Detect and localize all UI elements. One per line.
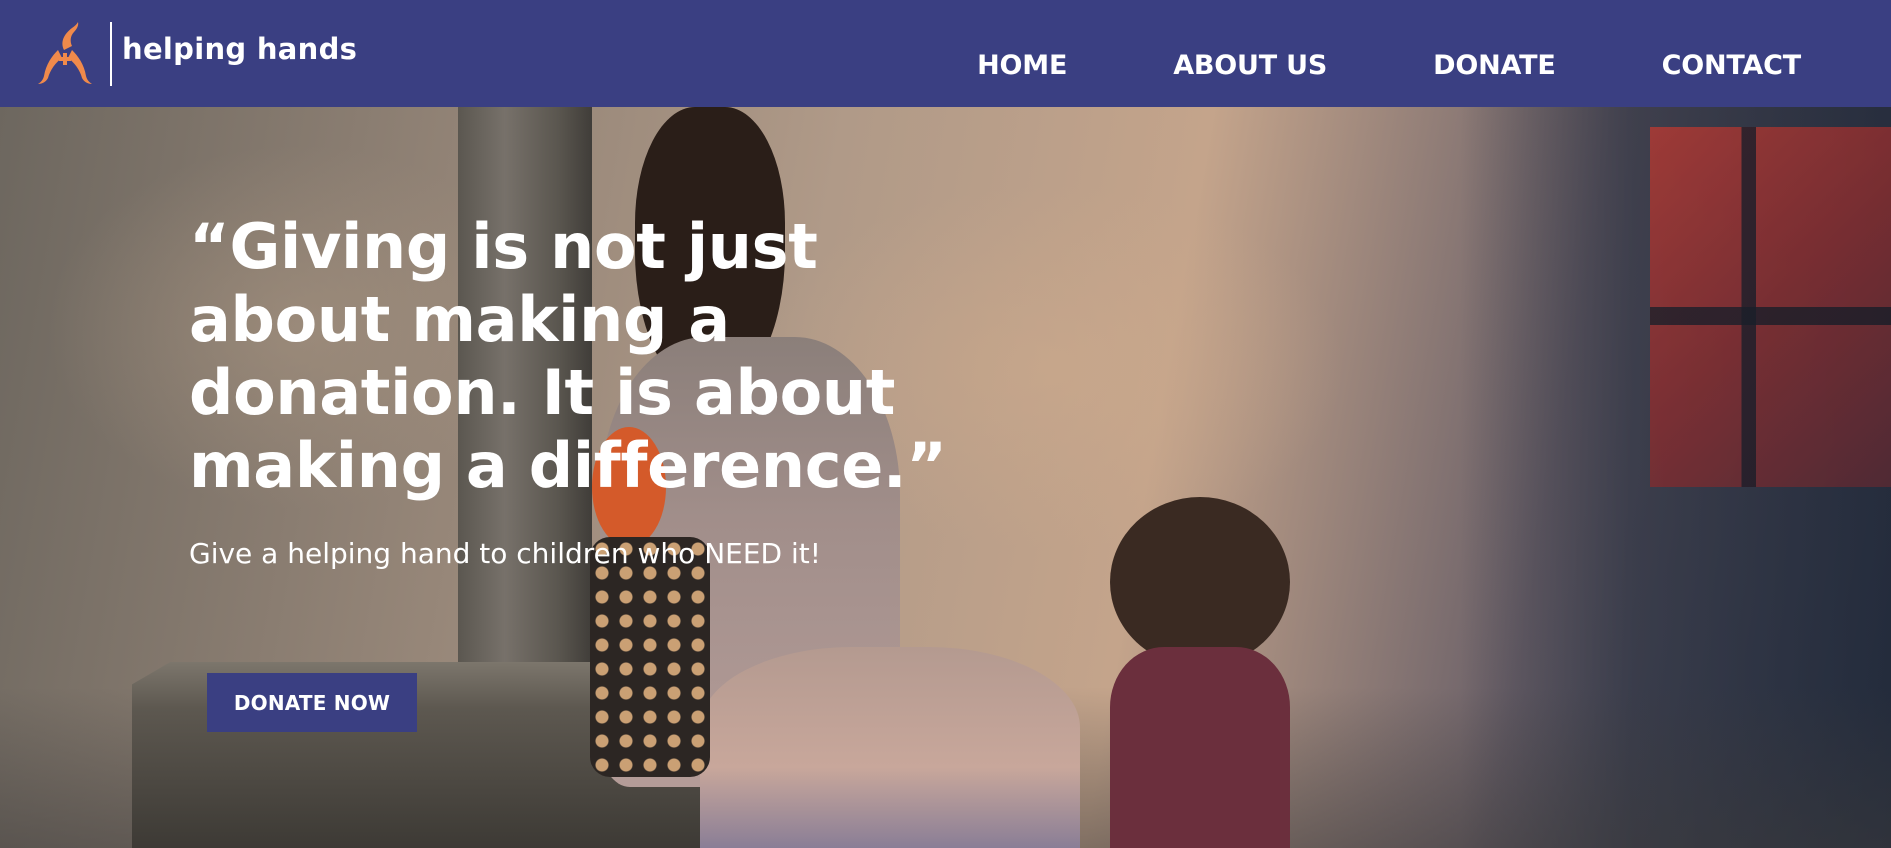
hero-subtitle: Give a helping hand to children who NEED… xyxy=(189,537,821,570)
nav-about-us[interactable]: ABOUT US xyxy=(1173,47,1327,85)
nav-donate[interactable]: DONATE xyxy=(1433,47,1556,85)
main-nav: HOME ABOUT US DONATE CONTACT xyxy=(977,47,1801,85)
nav-contact[interactable]: CONTACT xyxy=(1662,47,1802,85)
hero-child-body xyxy=(1110,647,1290,848)
brand-name: helping hands xyxy=(122,32,358,66)
hero-child-head xyxy=(1110,497,1290,667)
hero-window xyxy=(1650,127,1891,487)
helping-hands-logo-icon xyxy=(38,22,92,84)
logo[interactable]: helping hands xyxy=(34,20,357,88)
logo-divider xyxy=(110,22,112,86)
site-header: helping hands HOME ABOUT US DONATE CONTA… xyxy=(0,0,1891,107)
donate-now-button[interactable]: DONATE NOW xyxy=(207,673,417,732)
hero-girl-skirt xyxy=(700,647,1080,848)
nav-home[interactable]: HOME xyxy=(977,47,1067,85)
hero-quote: “Giving is not just about making a donat… xyxy=(189,210,947,502)
